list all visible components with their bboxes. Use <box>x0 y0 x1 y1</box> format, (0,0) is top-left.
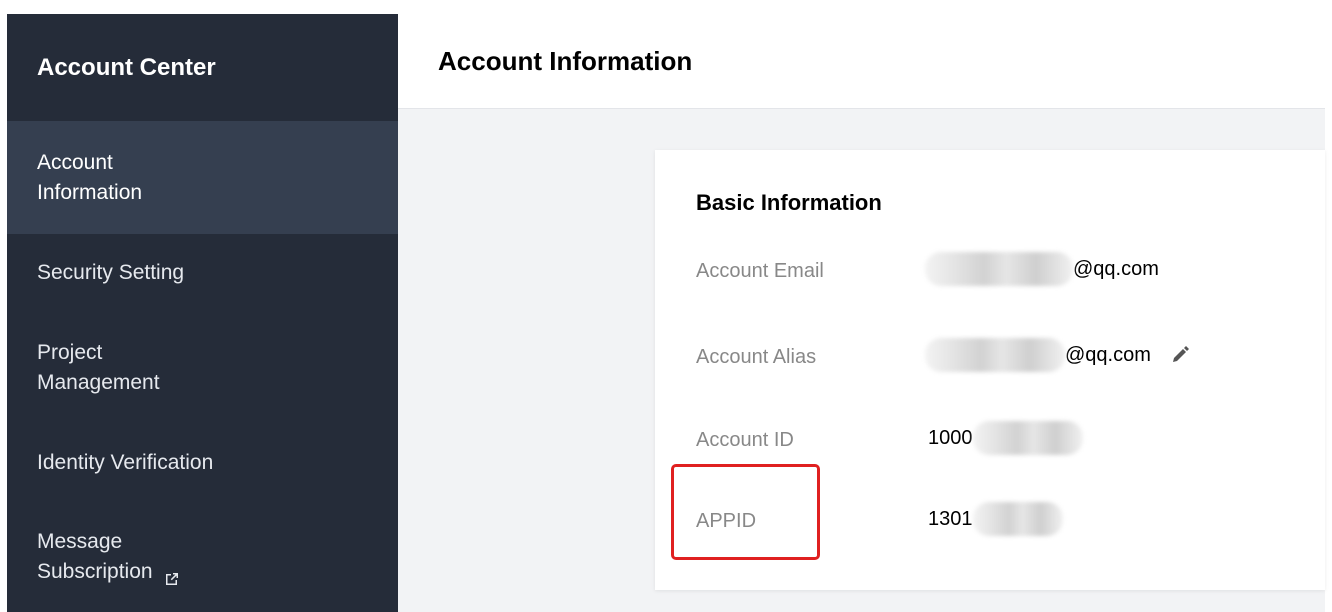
sidebar: Account Center Account Information Secur… <box>7 14 398 612</box>
sidebar-item-label: Security Setting <box>37 261 185 284</box>
appid-label: APPID <box>696 510 757 532</box>
sidebar-title: Account Center <box>37 53 216 81</box>
redacted-blur <box>925 338 1065 372</box>
app-frame: Account Center Account Information Secur… <box>7 14 1325 612</box>
account-id-value: 1000 <box>928 421 1083 455</box>
main-content: Account Information Basic Information Ac… <box>398 14 1325 612</box>
sidebar-item-security-setting[interactable]: Security Setting <box>7 234 398 312</box>
account-alias-suffix: @qq.com <box>1065 343 1151 366</box>
sidebar-item-project-management[interactable]: Project Management <box>7 312 398 424</box>
basic-information-card: Basic Information Account Email @qq.com … <box>655 150 1325 590</box>
redacted-blur <box>925 252 1073 286</box>
sidebar-item-account-information[interactable]: Account Information <box>7 121 398 234</box>
account-id-prefix: 1000 <box>928 426 973 449</box>
account-email-label: Account Email <box>696 260 824 282</box>
sidebar-item-label: Identity Verification <box>37 451 214 474</box>
sidebar-item-label: Message <box>37 530 123 553</box>
sidebar-item-label: Management <box>37 371 160 394</box>
appid-value: 1301 <box>928 502 1063 536</box>
external-link-icon <box>165 565 179 586</box>
sidebar-item-label: Account <box>37 150 113 174</box>
account-alias-label: Account Alias <box>696 346 817 368</box>
sidebar-item-label: Information <box>37 180 143 204</box>
page-header: Account Information <box>398 14 1325 109</box>
pencil-icon[interactable] <box>1169 344 1191 366</box>
account-email-value: @qq.com <box>925 252 1159 286</box>
sidebar-item-identity-verification[interactable]: Identity Verification <box>7 424 398 502</box>
page-title: Account Information <box>438 45 693 76</box>
sidebar-item-label: Project <box>37 341 103 364</box>
redacted-blur <box>972 502 1063 536</box>
account-id-label: Account ID <box>696 429 794 451</box>
redacted-blur <box>972 421 1083 455</box>
card-title: Basic Information <box>696 190 882 215</box>
sidebar-item-label: Subscription <box>37 560 153 583</box>
account-email-suffix: @qq.com <box>1073 257 1159 280</box>
appid-prefix: 1301 <box>928 507 973 530</box>
account-alias-value: @qq.com <box>925 338 1191 372</box>
sidebar-item-message-subscription[interactable]: Message Subscription <box>7 502 398 612</box>
